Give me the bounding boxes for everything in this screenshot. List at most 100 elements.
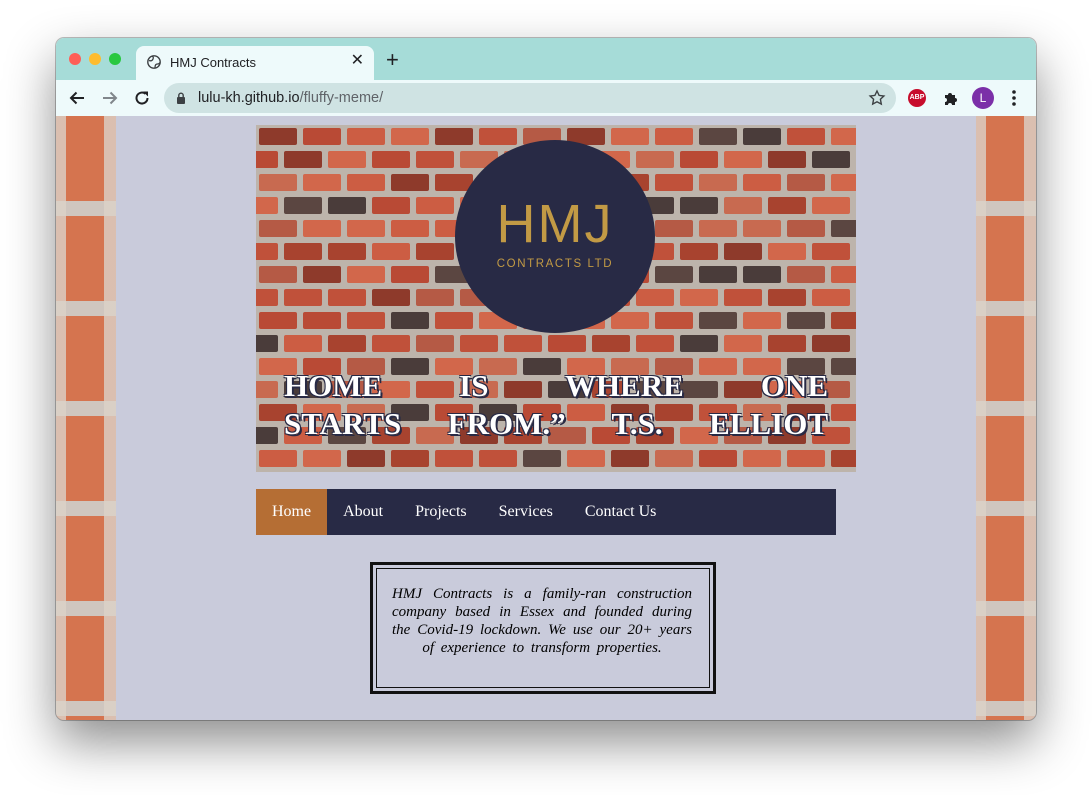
brick — [812, 335, 850, 352]
brick — [831, 128, 856, 145]
adblock-extension-icon[interactable]: ABP — [908, 89, 926, 107]
close-window-button[interactable] — [69, 53, 81, 65]
brick — [328, 289, 366, 306]
brick — [831, 358, 856, 375]
brick — [256, 381, 278, 398]
brick — [636, 151, 674, 168]
logo-wordmark: HMJ — [496, 194, 614, 254]
brick — [699, 312, 737, 329]
brick — [787, 220, 825, 237]
brick — [655, 266, 693, 283]
page-viewport: HMJ CONTRACTS LTD HOME IS WHERE ONE STAR… — [56, 116, 1036, 720]
brick — [328, 243, 366, 260]
brick — [831, 266, 856, 283]
brick — [743, 312, 781, 329]
brick — [259, 312, 297, 329]
intro-text: HMJ Contracts is a family-ran constructi… — [392, 586, 692, 656]
tab-title: HMJ Contracts — [170, 55, 256, 70]
nav-home[interactable]: Home — [256, 489, 328, 535]
brick — [284, 243, 322, 260]
close-tab-icon[interactable]: ✕ — [351, 52, 364, 70]
brick — [347, 128, 385, 145]
brick — [328, 335, 366, 352]
globe-icon — [147, 55, 161, 69]
quote-line-1: HOME IS WHERE ONE — [284, 368, 828, 403]
nav-contact-us[interactable]: Contact Us — [569, 489, 673, 535]
brick — [611, 312, 649, 329]
browser-tab[interactable]: HMJ Contracts ✕ — [136, 46, 374, 80]
brick — [831, 450, 856, 467]
brick — [416, 335, 454, 352]
brick — [787, 128, 825, 145]
brick — [680, 243, 718, 260]
maximize-window-button[interactable] — [109, 53, 121, 65]
brick — [372, 243, 410, 260]
brick — [768, 289, 806, 306]
brick — [347, 174, 385, 191]
brick — [743, 128, 781, 145]
brick — [724, 197, 762, 214]
brick — [284, 197, 322, 214]
profile-avatar[interactable]: L — [972, 87, 994, 109]
nav-about[interactable]: About — [327, 489, 399, 535]
brick — [328, 197, 366, 214]
brick — [372, 335, 410, 352]
extensions-puzzle-icon[interactable] — [942, 89, 960, 107]
brick — [391, 450, 429, 467]
brick — [391, 128, 429, 145]
brick — [416, 151, 454, 168]
brick — [391, 220, 429, 237]
brick — [724, 243, 762, 260]
brick — [416, 197, 454, 214]
brick — [743, 174, 781, 191]
brick — [812, 197, 850, 214]
brick — [416, 243, 454, 260]
brick — [303, 128, 341, 145]
logo-subtitle: CONTRACTS LTD — [496, 258, 614, 270]
brick — [259, 266, 297, 283]
brick — [347, 220, 385, 237]
brick — [391, 266, 429, 283]
quote-line-2: STARTS FROM.” T.S. ELLIOT — [284, 406, 828, 441]
brick — [303, 312, 341, 329]
brick — [787, 312, 825, 329]
back-icon[interactable] — [68, 89, 86, 107]
brick — [787, 174, 825, 191]
brick — [256, 197, 278, 214]
brick — [636, 335, 674, 352]
brick — [303, 450, 341, 467]
brick — [831, 404, 856, 421]
minimize-window-button[interactable] — [89, 53, 101, 65]
brick — [699, 266, 737, 283]
new-tab-button[interactable]: + — [386, 49, 399, 71]
reload-icon[interactable] — [133, 89, 151, 107]
brick-background-right — [976, 116, 1036, 720]
brick — [680, 289, 718, 306]
brick — [479, 450, 517, 467]
nav-projects[interactable]: Projects — [399, 489, 483, 535]
brick — [724, 289, 762, 306]
brick — [724, 151, 762, 168]
bookmark-star-icon[interactable] — [868, 89, 886, 107]
hero-banner: HMJ CONTRACTS LTD HOME IS WHERE ONE STAR… — [256, 125, 856, 472]
brick — [768, 335, 806, 352]
brick — [328, 151, 366, 168]
url-text: lulu-kh.github.io/fluffy-meme/ — [198, 90, 384, 106]
brick — [504, 335, 542, 352]
brick — [372, 289, 410, 306]
intro-box: HMJ Contracts is a family-ran constructi… — [370, 562, 716, 694]
address-bar[interactable]: lulu-kh.github.io/fluffy-meme/ — [164, 83, 896, 113]
menu-kebab-icon[interactable] — [1011, 89, 1017, 107]
nav-services[interactable]: Services — [483, 489, 569, 535]
tab-strip: HMJ Contracts ✕ + — [56, 38, 1036, 80]
brick — [831, 312, 856, 329]
brick — [768, 243, 806, 260]
brick — [256, 289, 278, 306]
brick — [256, 427, 278, 444]
forward-icon[interactable] — [101, 89, 119, 107]
brick — [256, 151, 278, 168]
brick — [567, 450, 605, 467]
brick — [259, 450, 297, 467]
brick — [435, 312, 473, 329]
brick — [655, 312, 693, 329]
